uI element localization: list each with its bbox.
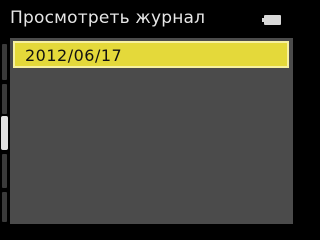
scrollbar-thumb[interactable]	[1, 116, 8, 150]
scrollbar-track-segment	[2, 84, 7, 114]
scrollbar[interactable]	[0, 38, 10, 224]
list-item-label: 2012/06/17	[25, 46, 123, 65]
camera-menu-screen: Просмотреть журнал 2012/06/17	[0, 0, 300, 240]
list-item-selected[interactable]: 2012/06/17	[13, 41, 289, 68]
scrollbar-track-segment	[2, 192, 7, 222]
header-bar: Просмотреть журнал	[0, 0, 300, 38]
log-list-panel: 2012/06/17	[10, 38, 293, 224]
battery-icon	[262, 15, 281, 25]
screen-bottom-edge	[0, 228, 300, 240]
scrollbar-track-segment	[2, 154, 7, 188]
scrollbar-track-segment	[2, 44, 7, 80]
screen-title: Просмотреть журнал	[10, 8, 206, 28]
